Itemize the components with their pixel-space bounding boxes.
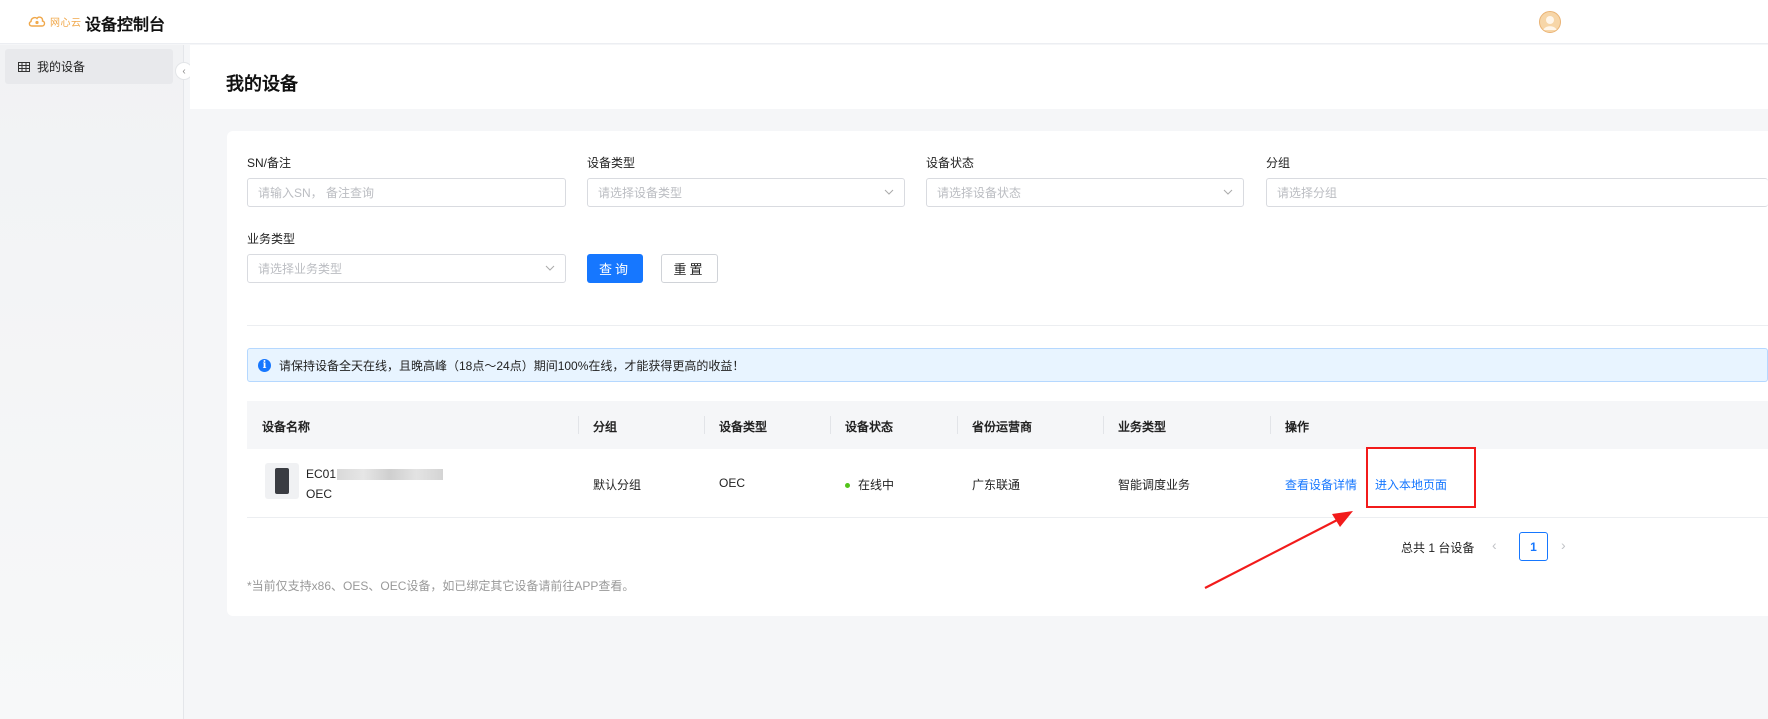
device-box-icon	[275, 468, 289, 494]
user-icon	[1543, 16, 1557, 30]
chevron-right-icon[interactable]: ›	[1561, 537, 1566, 553]
support-footnote: *当前仅支持x86、OES、OEC设备，如已绑定其它设备请前往APP查看。	[247, 579, 635, 593]
group-label: 分组	[1266, 156, 1291, 170]
business-type-select[interactable]: 请选择业务类型	[247, 254, 566, 283]
cell-business-type: 智能调度业务	[1118, 478, 1191, 492]
device-name[interactable]: EC01	[306, 467, 444, 481]
device-type-placeholder: 请选择设备类型	[598, 186, 683, 200]
status-text: 在线中	[858, 478, 895, 492]
column-header: 设备类型	[719, 420, 768, 434]
device-name-text: EC01	[306, 467, 337, 481]
sn-placeholder: 请输入SN， 备注查询	[258, 186, 375, 200]
sidebar-item-my-devices[interactable]: 我的设备	[5, 49, 173, 84]
page-header: 我的设备	[190, 45, 1768, 109]
top-header: 网心云 设备控制台	[0, 0, 1768, 44]
redacted-sn	[337, 468, 444, 480]
device-thumbnail	[265, 463, 299, 499]
view-device-details-link[interactable]: 查看设备详情	[1285, 476, 1357, 493]
reset-button[interactable]: 重置	[661, 254, 718, 283]
device-status-placeholder: 请选择设备状态	[937, 186, 1022, 200]
sidebar: 我的设备	[0, 45, 184, 719]
online-status-dot	[845, 483, 850, 489]
query-button[interactable]: 查询	[587, 254, 643, 283]
chevron-left-icon: ‹	[182, 65, 186, 77]
column-header: 业务类型	[1118, 420, 1167, 434]
logo-text: 网心云	[50, 17, 82, 29]
cell-status: 在线中	[845, 476, 894, 493]
device-status-select[interactable]: 请选择设备状态	[926, 178, 1244, 207]
table-row: EC01 OEC 默认分组 OEC 在线中 广东联通 智能调度业务 查看设备详情…	[247, 449, 1768, 518]
cell-group: 默认分组	[593, 478, 642, 492]
column-header: 操作	[1285, 420, 1310, 434]
user-avatar[interactable]	[1539, 11, 1561, 33]
column-header: 设备状态	[845, 420, 894, 434]
chevron-down-icon	[1223, 189, 1233, 195]
column-header: 省份运营商	[972, 420, 1033, 434]
business-type-placeholder: 请选择业务类型	[258, 262, 343, 276]
chevron-down-icon	[545, 265, 555, 271]
info-notice: i 请保持设备全天在线，且晚高峰（18点～24点）期间100%在线，才能获得更高…	[247, 348, 1768, 382]
column-separator	[1103, 416, 1104, 434]
column-header: 分组	[593, 420, 618, 434]
column-header: 设备名称	[262, 420, 311, 434]
table-header: 设备名称 分组 设备类型 设备状态 省份运营商 业务类型 操作	[247, 401, 1768, 449]
device-status-label: 设备状态	[926, 156, 975, 170]
group-placeholder: 请选择分组	[1277, 186, 1338, 200]
column-separator	[830, 416, 831, 434]
column-separator	[1270, 416, 1271, 434]
divider	[247, 325, 1768, 326]
page-number-button[interactable]: 1	[1519, 532, 1548, 561]
app-logo[interactable]: 网心云	[28, 11, 82, 31]
chevron-down-icon	[884, 189, 894, 195]
device-model: OEC	[306, 487, 333, 501]
sn-input[interactable]: 请输入SN， 备注查询	[247, 178, 566, 207]
pagination-total: 总共 1 台设备	[1401, 541, 1475, 555]
column-separator	[957, 416, 958, 434]
cell-isp: 广东联通	[972, 478, 1021, 492]
table-icon	[18, 61, 30, 72]
business-type-label: 业务类型	[247, 232, 296, 246]
cell-device-type: OEC	[719, 476, 746, 490]
column-separator	[704, 416, 705, 434]
annotation-highlight-box	[1366, 447, 1476, 508]
device-type-label: 设备类型	[587, 156, 636, 170]
notice-text: 请保持设备全天在线，且晚高峰（18点～24点）期间100%在线，才能获得更高的收…	[279, 358, 745, 373]
sn-label: SN/备注	[247, 156, 292, 170]
chevron-left-icon[interactable]: ‹	[1492, 537, 1497, 553]
device-type-select[interactable]: 请选择设备类型	[587, 178, 905, 207]
group-select[interactable]: 请选择分组	[1266, 178, 1768, 207]
annotation-arrow-icon	[1204, 511, 1353, 589]
cloud-logo-icon	[28, 16, 46, 27]
page-title: 我的设备	[226, 74, 298, 94]
app-title: 设备控制台	[85, 17, 166, 34]
column-separator	[578, 416, 579, 434]
sidebar-item-label: 我的设备	[37, 60, 86, 74]
info-icon: i	[258, 358, 271, 372]
